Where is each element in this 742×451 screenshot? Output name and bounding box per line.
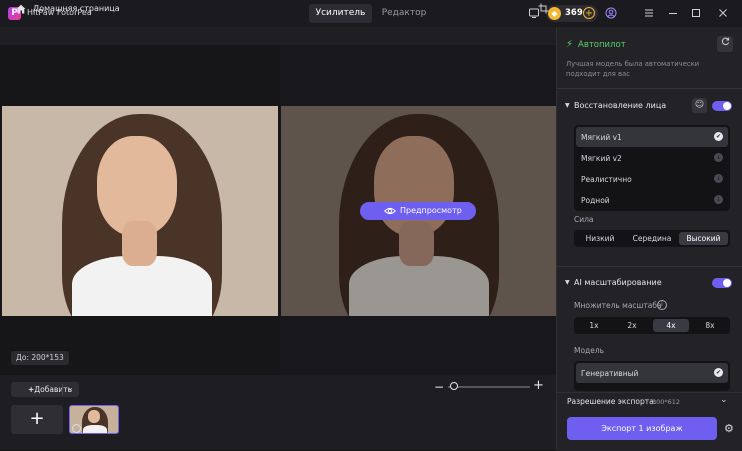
chevron-down-icon[interactable]: ⌄ xyxy=(67,383,74,392)
export-button[interactable]: Экспорт 1 изображ xyxy=(567,417,717,440)
face-option-realistic[interactable]: Реалистично ↓ xyxy=(576,169,728,189)
refresh-button[interactable] xyxy=(717,36,733,52)
face-icon[interactable]: ☺ xyxy=(692,98,707,113)
eye-icon xyxy=(384,205,396,217)
zoom-out-icon[interactable]: − xyxy=(434,380,444,394)
face-option-soft-v1[interactable]: Мягкий v1 ✔ xyxy=(576,127,728,147)
home-icon[interactable] xyxy=(15,3,27,15)
scale-8x[interactable]: 8x xyxy=(692,319,728,332)
scale-4x[interactable]: 4x xyxy=(653,319,689,332)
chevron-down-icon[interactable]: ▼ xyxy=(565,102,570,109)
menu-icon[interactable] xyxy=(642,7,655,20)
strength-selector: Низкий Середина Высокий xyxy=(574,230,730,247)
breadcrumb-bar xyxy=(0,27,556,45)
scale-1x[interactable]: 1x xyxy=(576,319,612,332)
zoom-slider-handle[interactable] xyxy=(450,382,458,390)
close-icon[interactable] xyxy=(716,7,729,20)
info-icon[interactable]: i xyxy=(657,300,667,310)
zoom-slider-track[interactable] xyxy=(448,386,530,388)
maximize-icon[interactable] xyxy=(689,7,702,20)
face-restore-toggle[interactable] xyxy=(712,101,732,111)
credits-count: 369 xyxy=(565,8,583,18)
add-button-divider xyxy=(62,384,63,395)
face-option-soft-v2[interactable]: Мягкий v2 ↓ xyxy=(576,148,728,168)
face-model-list: Мягкий v1 ✔ Мягкий v2 ↓ Реалистично ↓ Ро… xyxy=(574,125,730,211)
crop-icon[interactable] xyxy=(538,3,550,15)
image-thumbnail[interactable] xyxy=(69,405,119,434)
model-option-generative[interactable]: Генеративный ✔ xyxy=(576,363,728,383)
zoom-in-icon[interactable]: + xyxy=(533,378,544,393)
user-icon[interactable] xyxy=(604,7,617,20)
tab-editor[interactable]: Редактор xyxy=(375,4,433,23)
gear-icon[interactable]: ⚙ xyxy=(724,422,734,435)
upscale-model-list: Генеративный ✔ xyxy=(574,361,730,391)
strength-high[interactable]: Высокий xyxy=(679,232,728,245)
autopilot-label: Автопилот xyxy=(578,40,626,50)
ai-upscale-toggle[interactable] xyxy=(712,278,732,288)
export-resolution-label: Разрешение экспорта: xyxy=(567,397,657,406)
download-icon[interactable]: ↓ xyxy=(714,195,723,204)
face-option-native[interactable]: Родной ↓ xyxy=(576,190,728,210)
export-resolution-value: 800*612 xyxy=(652,398,681,406)
add-files-button[interactable]: +Добавить ⌄ xyxy=(11,382,79,397)
settings-small-icon xyxy=(72,424,81,433)
add-image-tile[interactable]: + xyxy=(11,405,63,434)
original-size-label: До: 200*153 xyxy=(11,351,69,365)
check-icon: ✔ xyxy=(714,132,723,141)
option-label: Реалистично xyxy=(581,175,632,184)
model-label: Модель xyxy=(574,346,605,355)
option-label: Мягкий v1 xyxy=(581,133,622,142)
ai-upscale-title: AI масштабирование xyxy=(574,278,662,287)
credits-badge[interactable]: ◆ 369 + xyxy=(546,5,598,22)
preview-button[interactable]: Предпросмотр xyxy=(360,202,476,220)
divider xyxy=(557,266,742,267)
preview-label: Предпросмотр xyxy=(400,206,462,215)
home-link[interactable]: Домашняя страница xyxy=(33,4,120,13)
option-label: Родной xyxy=(581,196,610,205)
divider xyxy=(557,88,742,89)
expand-chevron-icon[interactable]: ⌄ xyxy=(720,395,728,405)
download-icon[interactable]: ↓ xyxy=(714,174,723,183)
minimize-icon[interactable] xyxy=(666,7,679,20)
option-label: Мягкий v2 xyxy=(581,154,622,163)
scale-selector: 1x 2x 4x 8x xyxy=(574,317,730,334)
strength-low[interactable]: Низкий xyxy=(576,232,624,245)
autopilot-description: Лучшая модель была автоматически подходи… xyxy=(566,60,700,78)
tab-enhancer[interactable]: Усилитель xyxy=(309,4,372,23)
option-label: Генеративный xyxy=(581,369,639,378)
lightning-icon: ⚡ xyxy=(566,39,574,50)
check-icon: ✔ xyxy=(714,368,723,377)
scale-multiplier-label: Множитель масштаба xyxy=(574,301,662,310)
download-icon[interactable]: ↓ xyxy=(714,153,723,162)
refresh-icon xyxy=(721,37,729,46)
strength-label: Сила xyxy=(574,215,594,224)
add-credits-icon[interactable]: + xyxy=(583,7,595,19)
add-label: +Добавить xyxy=(28,385,72,394)
chevron-down-icon[interactable]: ▼ xyxy=(565,279,570,286)
strength-medium[interactable]: Середина xyxy=(627,232,677,245)
before-image xyxy=(2,106,278,316)
face-restore-title: Восстановление лица xyxy=(574,101,667,110)
scale-2x[interactable]: 2x xyxy=(614,319,650,332)
